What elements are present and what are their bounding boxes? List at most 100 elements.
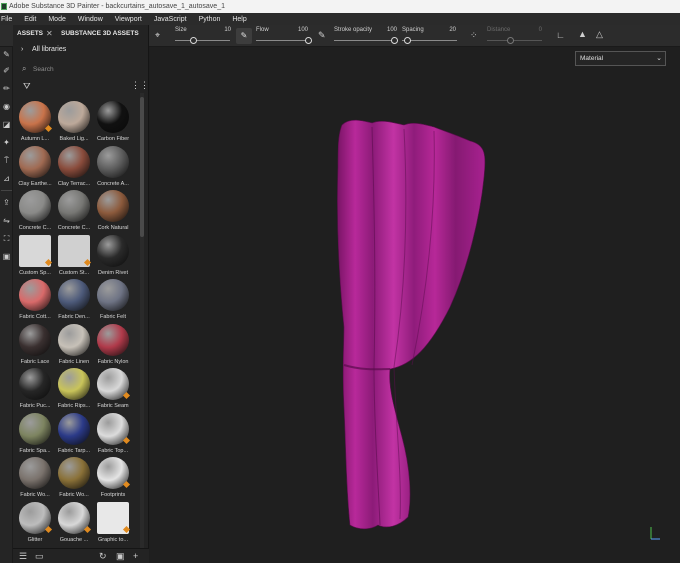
asset-tile[interactable]: Concrete A...	[93, 145, 131, 190]
menu-edit[interactable]: Edit	[18, 16, 42, 23]
asset-thumbnail	[58, 190, 90, 222]
asset-name: Concrete C...	[18, 225, 52, 231]
asset-tile[interactable]: Concrete C...	[15, 190, 53, 234]
menu-python[interactable]: Python	[193, 16, 227, 23]
asset-tile[interactable]: Fabric Den...	[54, 279, 92, 323]
picker-tool-icon[interactable]: ⍑	[1, 154, 12, 167]
library-selector[interactable]: › All libraries	[13, 46, 149, 58]
tab-substance-assets[interactable]: SUBSTANCE 3D ASSETS	[61, 30, 139, 37]
angle-icon[interactable]: ∟	[556, 30, 565, 40]
menu-mode[interactable]: Mode	[42, 16, 72, 23]
menu-window[interactable]: Window	[72, 16, 109, 23]
symmetry-icon[interactable]: ▲	[578, 29, 587, 39]
display-settings-icon[interactable]: ⛶	[1, 232, 12, 245]
spacing-label: Spacing	[402, 27, 424, 33]
asset-tile[interactable]: Fabric Linen	[54, 323, 92, 368]
asset-tile[interactable]: Fabric Seam	[93, 368, 131, 412]
symmetry-mirror-icon[interactable]: △	[596, 29, 603, 40]
assets-tab-bar: ASSETS ✕ SUBSTANCE 3D ASSETS	[13, 28, 149, 42]
asset-name: Concrete A...	[97, 180, 129, 187]
transform-tool-icon[interactable]: ⊿	[1, 172, 12, 185]
asset-tile[interactable]: Custom St...	[54, 234, 92, 279]
asset-name: Footprints	[100, 492, 126, 498]
projection-tool-icon[interactable]: ✏	[1, 82, 12, 95]
asset-tile[interactable]: Fabric Felt	[93, 279, 131, 323]
pressure-flow-toggle[interactable]: ✎	[236, 28, 252, 44]
add-icon[interactable]: +	[133, 551, 138, 561]
asset-name: Fabric Cott...	[19, 314, 51, 320]
asset-tile[interactable]: Baked Lig...	[54, 101, 92, 145]
asset-tile[interactable]: Footprints	[93, 457, 131, 501]
stroke-opacity-slider-track[interactable]	[334, 40, 398, 41]
asset-name: Baked Lig...	[59, 136, 89, 142]
asset-tile[interactable]: Fabric Wo...	[54, 457, 92, 501]
menu-help[interactable]: Help	[226, 16, 252, 23]
preset-badge-icon	[83, 525, 92, 533]
channel-select[interactable]: Material ⌄	[575, 51, 666, 66]
size-slider-track[interactable]	[175, 40, 230, 41]
asset-thumbnail	[97, 190, 129, 222]
smudge-tool-icon[interactable]: ◪	[1, 118, 12, 131]
lazy-mouse-icon[interactable]: ⁘	[470, 30, 478, 41]
asset-tile[interactable]: Custom Sp...	[15, 234, 53, 279]
size-value[interactable]: 10	[211, 27, 231, 33]
grid-view-icon[interactable]: ⋮⋮	[131, 80, 149, 91]
asset-tile[interactable]: Cork Natural	[93, 190, 131, 234]
clone-tool-icon[interactable]: ✦	[1, 136, 12, 149]
asset-thumbnail	[19, 279, 51, 311]
export-tool-icon[interactable]: ⇪	[1, 196, 12, 209]
asset-tile[interactable]: Fabric Lace	[15, 323, 53, 368]
asset-tile[interactable]: Carbon Fiber	[93, 101, 131, 145]
app-logo-icon	[1, 3, 7, 10]
tool-divider	[1, 190, 12, 191]
asset-tile[interactable]: Clay Earthe...	[15, 145, 53, 190]
brush-shape-icon[interactable]: ⌖	[155, 30, 160, 41]
asset-tile[interactable]: Fabric Spa...	[15, 412, 53, 457]
bake-tool-icon[interactable]: ⇋	[1, 214, 12, 227]
folder-icon[interactable]: ▭	[35, 551, 44, 562]
asset-tile[interactable]: Autumn L...	[15, 101, 53, 145]
eraser-tool-icon[interactable]: ✐	[1, 64, 12, 77]
paint-tool-icon[interactable]: ✎	[1, 48, 12, 61]
stroke-opacity-slider-knob[interactable]	[391, 37, 398, 44]
asset-tile[interactable]: Clay Terrac...	[54, 145, 92, 190]
menu-viewport[interactable]: Viewport	[109, 16, 148, 23]
window-title: Adobe Substance 3D Painter - backcurtain…	[9, 3, 225, 10]
search-input[interactable]	[33, 63, 143, 76]
asset-tile[interactable]: Fabric Puc...	[15, 368, 53, 412]
asset-tile[interactable]: Fabric Cott...	[15, 279, 53, 323]
axis-gizmo-icon	[650, 527, 660, 540]
asset-tile[interactable]: Fabric Top...	[93, 412, 131, 457]
scrollbar-thumb[interactable]	[140, 97, 144, 237]
polygon-fill-icon[interactable]: ◉	[1, 100, 12, 113]
asset-tile[interactable]: Concrete C...	[54, 190, 92, 234]
stroke-opacity-label: Stroke opacity	[334, 27, 373, 33]
filter-icon[interactable]: ⛛	[23, 81, 31, 92]
menu-javascript[interactable]: JavaScript	[148, 16, 193, 23]
stroke-opacity-pen-icon[interactable]: ✎	[318, 30, 326, 41]
search-icon: ⌕	[22, 64, 27, 73]
menu-file[interactable]: File	[0, 16, 18, 23]
refresh-icon[interactable]: ↻	[99, 551, 107, 562]
flow-slider-knob[interactable]	[305, 37, 312, 44]
snapshot-icon[interactable]: ▣	[1, 250, 12, 263]
asset-tile[interactable]: Denim Rivet	[93, 234, 131, 279]
asset-tile[interactable]: Fabric Rips...	[54, 368, 92, 412]
asset-tile[interactable]: Graphic to...	[93, 501, 131, 546]
size-slider-knob[interactable]	[190, 37, 197, 44]
asset-tile[interactable]: Gouache ...	[54, 501, 92, 546]
asset-tile[interactable]: Fabric Nylon	[93, 323, 131, 368]
flow-value[interactable]: 100	[288, 27, 308, 33]
3d-viewport[interactable]: Material ⌄	[150, 47, 680, 563]
asset-tile[interactable]: Fabric Wo...	[15, 457, 53, 501]
spacing-slider-knob[interactable]	[404, 37, 411, 44]
list-view-icon[interactable]: ☰	[19, 551, 27, 562]
spacing-value[interactable]: 20	[436, 27, 456, 33]
asset-tile[interactable]: Glitter	[15, 501, 53, 546]
tab-assets[interactable]: ASSETS	[17, 30, 43, 37]
close-icon[interactable]: ✕	[46, 29, 53, 38]
import-icon[interactable]: ▣	[116, 551, 125, 562]
asset-tile[interactable]: Fabric Tarp...	[54, 412, 92, 457]
stroke-opacity-value[interactable]: 100	[377, 27, 397, 33]
flow-slider-track[interactable]	[256, 40, 310, 41]
